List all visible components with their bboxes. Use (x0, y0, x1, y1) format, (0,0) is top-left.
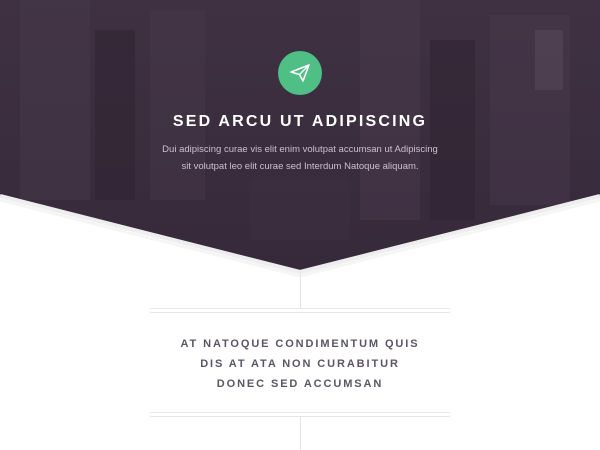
hero-title: SED ARCU UT ADIPISCING (172, 113, 428, 130)
hero-subtitle-line: Dui adipiscing curae vis elit enim volut… (162, 144, 438, 155)
feature-list: AT NATOQUE CONDIMENTUM QUIS DIS AT ATA N… (100, 334, 500, 394)
send-button[interactable] (278, 51, 322, 95)
paper-plane-icon (290, 64, 310, 82)
hero-subtitle: Dui adipiscing curae vis elit enim volut… (150, 141, 450, 175)
connector-line-top (300, 272, 301, 308)
connector-line-bottom (300, 417, 301, 450)
divider-bottom-outer (150, 412, 450, 413)
hero-subtitle-line: sit volutpat leo elit curae sed Interdum… (181, 161, 419, 172)
divider-top-inner (150, 312, 450, 313)
divider-top-outer (150, 308, 450, 309)
hero-banner: SED ARCU UT ADIPISCING Dui adipiscing cu… (0, 0, 600, 272)
list-item: DIS AT ATA NON CURABITUR (200, 358, 400, 370)
list-item: DONEC SED ACCUMSAN (216, 378, 384, 390)
city-background-image (20, 0, 570, 240)
list-item: AT NATOQUE CONDIMENTUM QUIS (180, 338, 420, 350)
